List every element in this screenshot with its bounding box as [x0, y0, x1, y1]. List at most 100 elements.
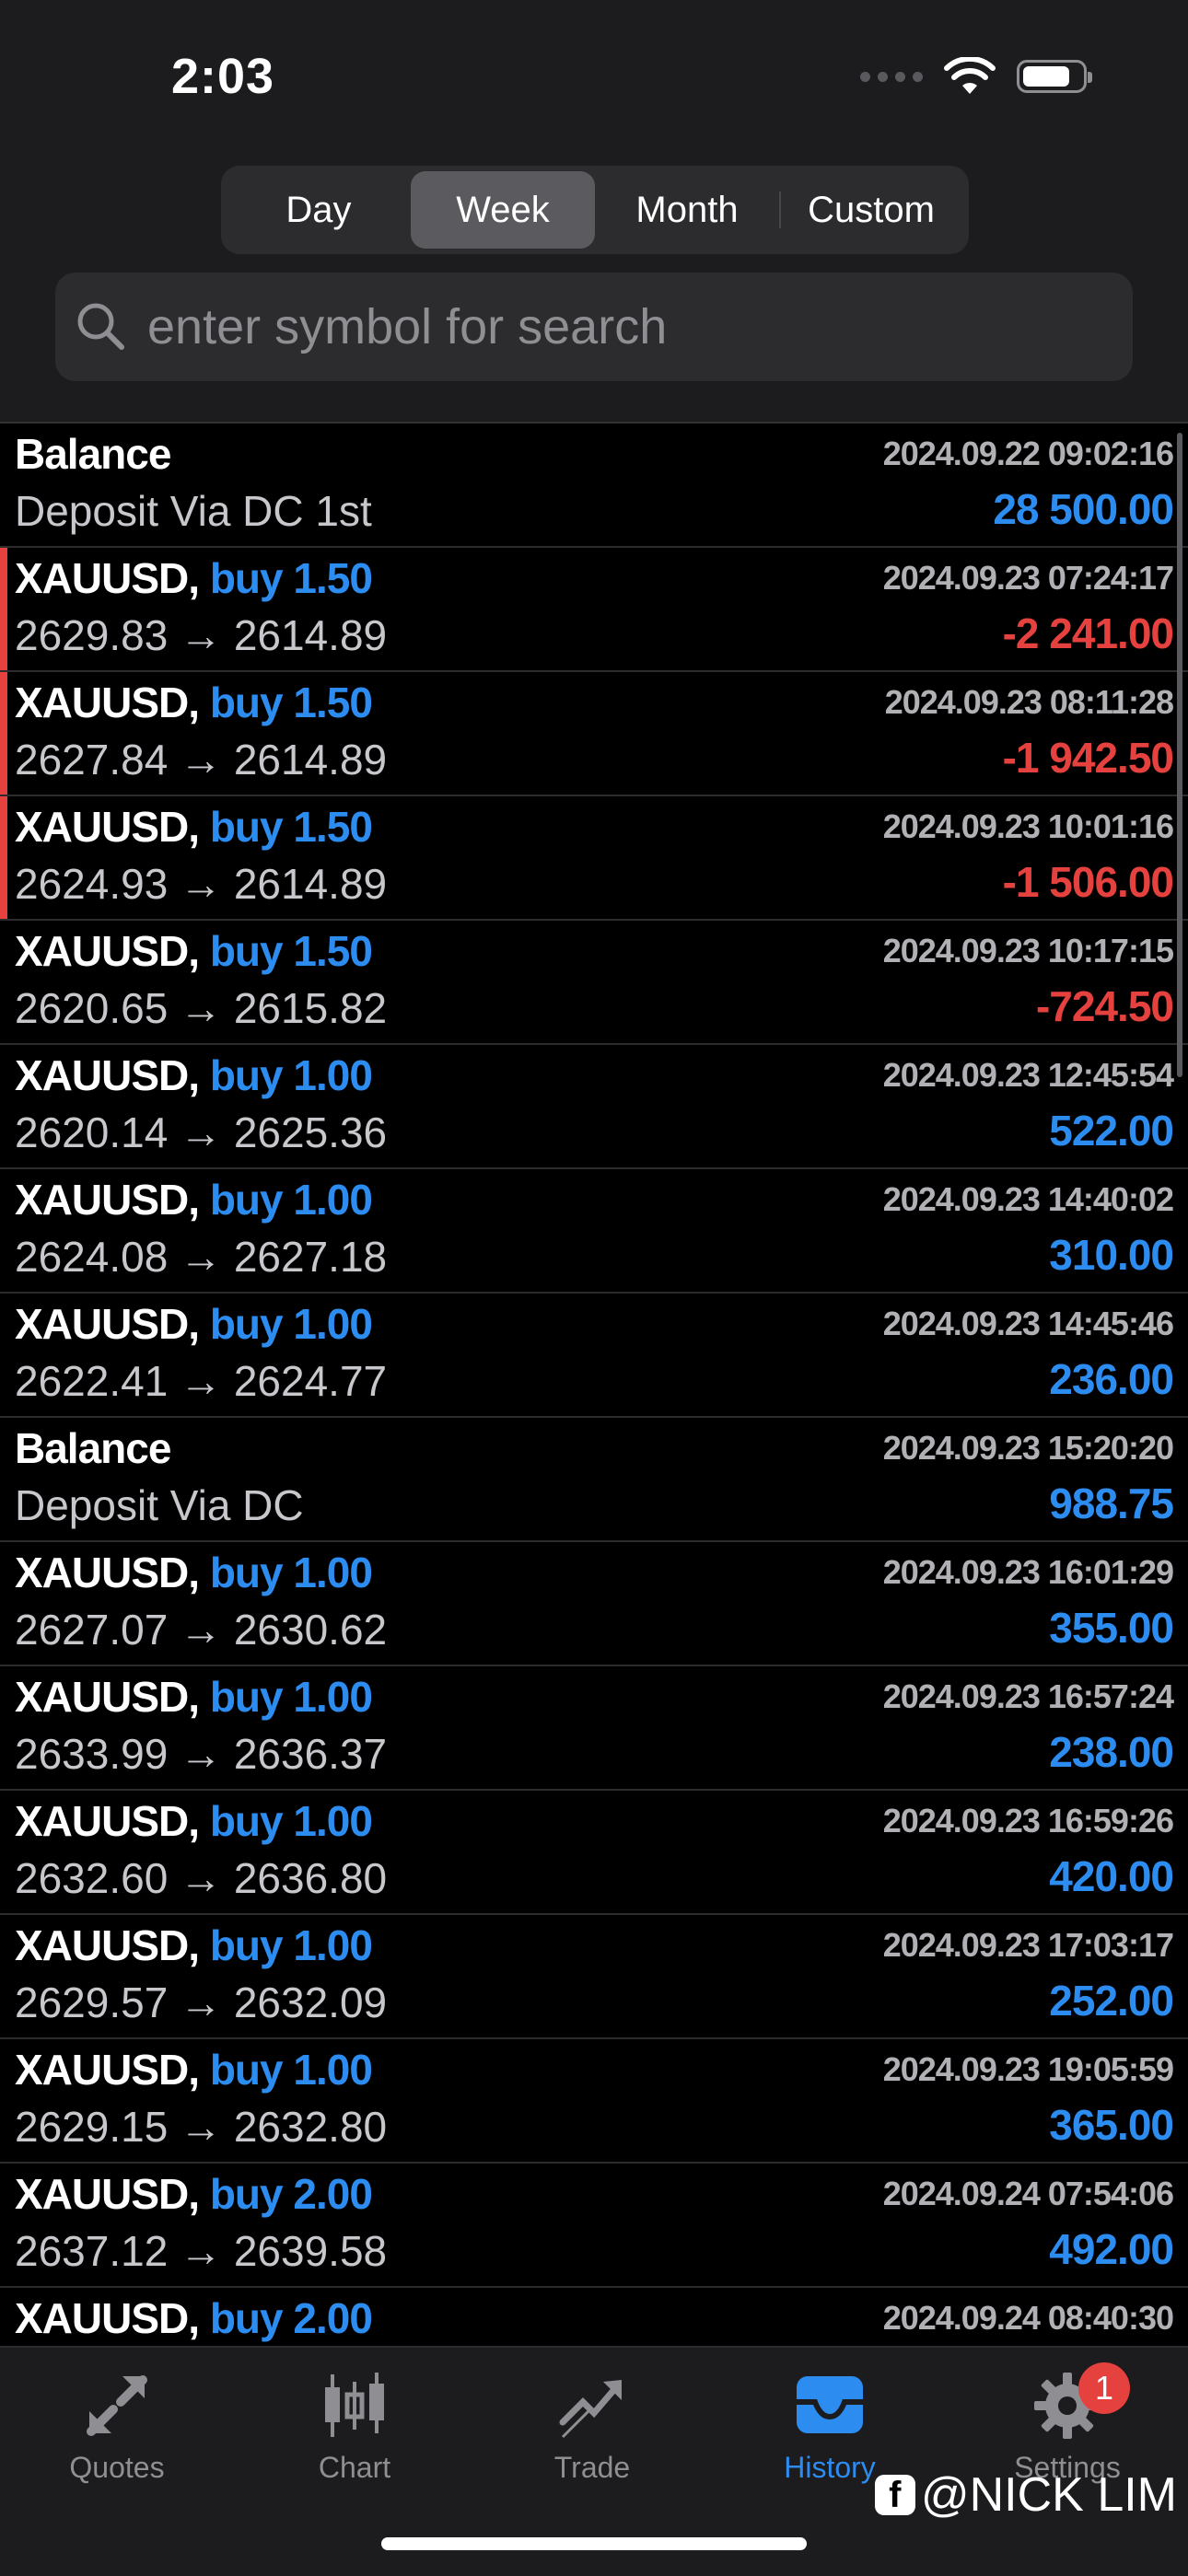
row-time: 2024.09.23 16:59:26: [882, 1802, 1174, 1839]
tab-label: Chart: [318, 2451, 391, 2484]
row-symbol: XAUUSD,: [15, 1797, 200, 1845]
row-side: buy 1.00: [209, 1176, 373, 1224]
row-profit: -1 506.00: [1002, 858, 1174, 906]
row-side: buy 1.00: [209, 1921, 373, 1969]
history-inbox-icon: [738, 2364, 922, 2447]
row-title: XAUUSD, buy 2.00: [15, 2169, 373, 2219]
row-time: 2024.09.23 17:03:17: [882, 1926, 1174, 1964]
row-time: 2024.09.23 08:11:28: [884, 683, 1174, 721]
row-time: 2024.09.23 10:17:15: [882, 932, 1174, 969]
row-side: buy 2.00: [209, 2170, 373, 2218]
search-icon: [74, 299, 129, 354]
row-side: buy 1.50: [209, 803, 373, 851]
row-title: Balance: [15, 429, 171, 479]
row-time: 2024.09.24 07:54:06: [882, 2175, 1174, 2212]
row-symbol: XAUUSD,: [15, 679, 200, 726]
row-side: buy 1.00: [209, 1051, 373, 1099]
trade-row[interactable]: XAUUSD, buy 1.50 2620.65 → 2615.82 2024.09…: [0, 921, 1188, 1045]
trade-row[interactable]: XAUUSD, buy 1.00 2627.07 → 2630.62 2024.09…: [0, 1542, 1188, 1666]
cellular-dots-icon: [860, 71, 923, 82]
row-symbol: XAUUSD,: [15, 1921, 200, 1969]
watermark-text: @NICK LIM: [920, 2468, 1177, 2522]
row-title: XAUUSD, buy 1.50: [15, 802, 373, 852]
row-symbol: XAUUSD,: [15, 554, 200, 602]
trade-row[interactable]: XAUUSD, buy 2.00 2024.09.24 08:40:30: [0, 2288, 1188, 2348]
row-time: 2024.09.23 14:45:46: [882, 1305, 1174, 1342]
status-icons: [860, 57, 1092, 96]
row-symbol: XAUUSD,: [15, 1300, 200, 1348]
trade-row[interactable]: XAUUSD, buy 1.50 2624.93 → 2614.89 2024.09…: [0, 796, 1188, 921]
trade-row[interactable]: XAUUSD, buy 1.00 2629.57 → 2632.09 2024.09…: [0, 1915, 1188, 2039]
row-side: buy 1.50: [209, 927, 373, 975]
row-title: XAUUSD, buy 1.50: [15, 678, 373, 727]
tab-trade[interactable]: Trade: [500, 2364, 684, 2485]
row-symbol: XAUUSD,: [15, 1176, 200, 1224]
row-side: buy 1.00: [209, 1797, 373, 1845]
row-title: XAUUSD, buy 2.00: [15, 2293, 373, 2343]
row-symbol: XAUUSD,: [15, 1051, 200, 1099]
quotes-arrows-icon: [25, 2364, 209, 2447]
balance-row[interactable]: Balance Deposit Via DC 2024.09.23 15:20:20…: [0, 1418, 1188, 1542]
row-side: buy 1.50: [209, 554, 373, 602]
tab-month[interactable]: Month: [595, 171, 779, 249]
row-side: buy 2.00: [209, 2294, 373, 2342]
row-profit: -724.50: [1035, 982, 1174, 1030]
tab-custom[interactable]: Custom: [779, 171, 963, 249]
row-detail: 2620.65 → 2615.82: [15, 984, 388, 1032]
trade-row[interactable]: XAUUSD, buy 1.00 2622.41 → 2624.77 2024.09…: [0, 1294, 1188, 1418]
notification-badge: 1: [1078, 2362, 1130, 2414]
trade-row[interactable]: XAUUSD, buy 1.00 2620.14 → 2625.36 2024.09…: [0, 1045, 1188, 1169]
row-profit: 238.00: [1049, 1728, 1174, 1776]
candlestick-chart-icon: [262, 2364, 447, 2447]
trade-row[interactable]: XAUUSD, buy 2.00 2637.12 → 2639.58 2024.09…: [0, 2164, 1188, 2288]
row-title: XAUUSD, buy 1.00: [15, 1672, 373, 1722]
row-profit: 420.00: [1049, 1852, 1174, 1900]
row-profit: 522.00: [1049, 1107, 1174, 1155]
row-profit: 355.00: [1049, 1604, 1174, 1652]
balance-row[interactable]: Balance Deposit Via DC 1st 2024.09.22 09:0…: [0, 424, 1188, 548]
row-profit: 252.00: [1049, 1977, 1174, 2025]
row-title: XAUUSD, buy 1.00: [15, 2045, 373, 2094]
row-profit: 365.00: [1049, 2101, 1174, 2149]
row-time: 2024.09.23 12:45:54: [882, 1056, 1174, 1094]
row-profit: -1 942.50: [1002, 734, 1174, 782]
row-title: XAUUSD, buy 1.00: [15, 1175, 373, 1224]
row-title: XAUUSD, buy 1.00: [15, 1796, 373, 1846]
tab-label: Quotes: [69, 2451, 165, 2484]
tab-label: Trade: [553, 2451, 631, 2484]
row-title: XAUUSD, buy 1.00: [15, 1299, 373, 1349]
row-profit: 310.00: [1049, 1231, 1174, 1279]
row-side: buy 1.00: [209, 1300, 373, 1348]
row-detail: 2633.99 → 2636.37: [15, 1730, 388, 1778]
trade-row[interactable]: XAUUSD, buy 1.00 2633.99 → 2636.37 2024.09…: [0, 1666, 1188, 1791]
row-profit: 492.00: [1049, 2225, 1174, 2273]
row-detail: Deposit Via DC: [15, 1481, 304, 1529]
row-profit: 988.75: [1049, 1479, 1174, 1527]
row-time: 2024.09.23 16:57:24: [882, 1677, 1174, 1715]
battery-icon: [1017, 60, 1092, 93]
row-side: buy 1.50: [209, 679, 373, 726]
header-area: 2:03 Day Week Month Custom: [0, 0, 1188, 422]
home-indicator[interactable]: [381, 2537, 807, 2550]
row-time: 2024.09.24 08:40:30: [882, 2299, 1174, 2337]
trade-trend-icon: [500, 2364, 684, 2447]
trade-row[interactable]: XAUUSD, buy 1.50 2627.84 → 2614.89 2024.09…: [0, 672, 1188, 796]
scrollbar[interactable]: [1177, 433, 1182, 1077]
status-time: 2:03: [171, 49, 275, 104]
tab-chart[interactable]: Chart: [262, 2364, 447, 2485]
tab-day[interactable]: Day: [227, 171, 411, 249]
trade-row[interactable]: XAUUSD, buy 1.00 2624.08 → 2627.18 2024.09…: [0, 1169, 1188, 1294]
trade-row[interactable]: XAUUSD, buy 1.00 2629.15 → 2632.80 2024.09…: [0, 2039, 1188, 2164]
row-profit: 28 500.00: [993, 485, 1174, 533]
row-detail: Deposit Via DC 1st: [15, 487, 372, 535]
trade-row[interactable]: XAUUSD, buy 1.00 2632.60 → 2636.80 2024.09…: [0, 1791, 1188, 1915]
row-detail: 2624.93 → 2614.89: [15, 860, 388, 908]
row-title: XAUUSD, buy 1.00: [15, 1548, 373, 1597]
trade-row[interactable]: XAUUSD, buy 1.50 2629.83 → 2614.89 2024.09…: [0, 548, 1188, 672]
search-input[interactable]: [146, 297, 1089, 356]
search-bar[interactable]: [55, 273, 1133, 381]
tab-quotes[interactable]: Quotes: [25, 2364, 209, 2485]
tab-week[interactable]: Week: [411, 171, 595, 249]
history-list[interactable]: Balance Deposit Via DC 1st 2024.09.22 09:0…: [0, 422, 1188, 2348]
row-profit: -2 241.00: [1002, 609, 1174, 657]
